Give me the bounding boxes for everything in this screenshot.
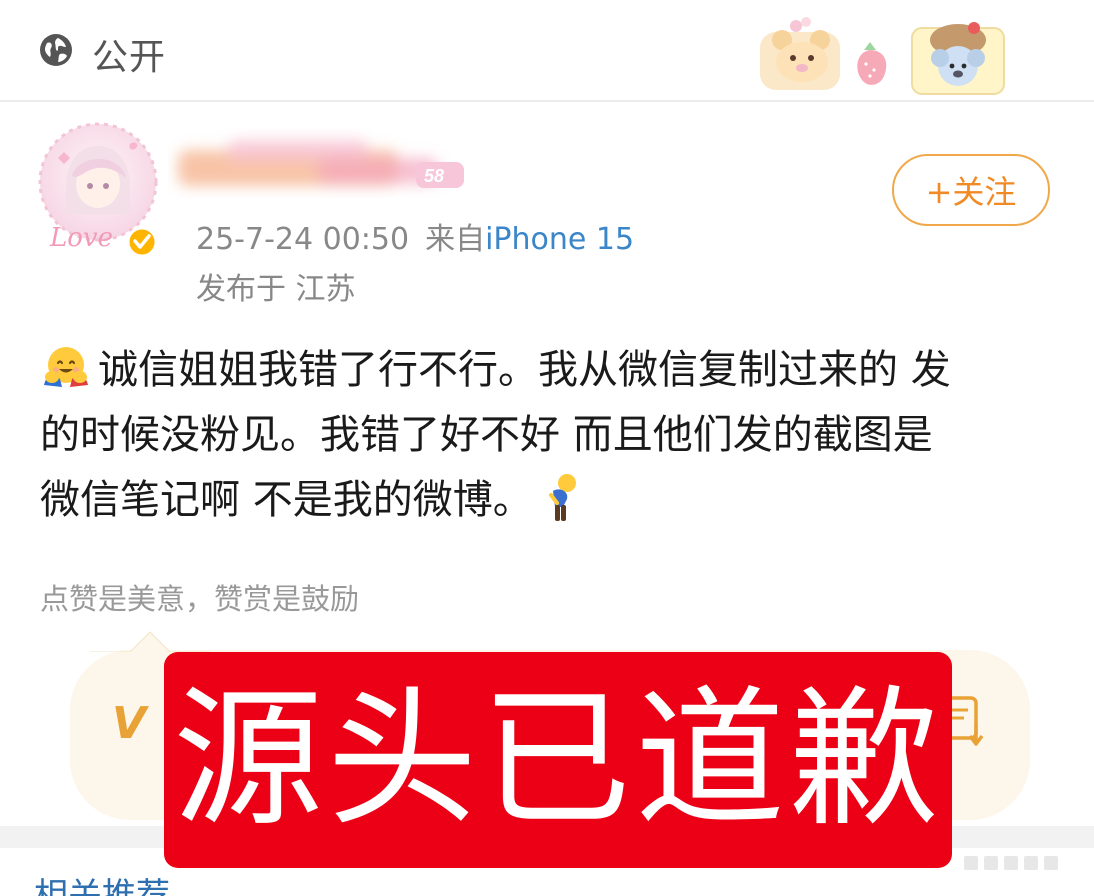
device-link[interactable]: iPhone 15 <box>485 222 634 257</box>
visibility-label[interactable]: 公开 <box>92 28 166 80</box>
post-text-line-3: 微信笔记啊 不是我的微博。 <box>40 477 533 523</box>
post-line-3: 微信笔记啊 不是我的微博。 <box>40 468 1050 533</box>
reward-hint: 点赞是美意，赞赏是鼓励 <box>40 582 360 616</box>
post-line-1: 诚信姐姐我错了行不行。我从微信复制过来的 发 <box>40 338 1050 403</box>
post-timestamp: 25-7-24 00:50 <box>196 222 410 257</box>
apology-overlay-text: 源头已道歉 <box>172 673 943 847</box>
watermark-icon <box>964 856 1058 870</box>
verified-badge-icon <box>126 226 158 258</box>
post-text-line-2: 的时候没粉见。我错了好不好 而且他们发的截图是 <box>40 412 933 458</box>
post-meta: 25-7-24 00:50 来自iPhone 15 <box>196 214 634 258</box>
from-label: 来自 <box>425 222 486 257</box>
bowing-person-icon <box>548 474 576 521</box>
globe-icon <box>40 34 72 66</box>
decorative-stickers <box>760 17 1005 95</box>
visibility-bar: 公开 <box>0 0 1094 102</box>
related-recommendations-label[interactable]: 相关推荐 <box>34 868 170 896</box>
post-detail-page: 公开 Love 58 25-7-24 00:50 来自iPhone 15 发布于… <box>0 0 1094 896</box>
reward-panel-pointer <box>90 631 210 652</box>
post-line-2: 的时候没粉见。我错了好不好 而且他们发的截图是 <box>40 403 1050 468</box>
reward-logo: V <box>112 698 147 749</box>
post-location: 发布于 江苏 <box>196 272 356 307</box>
post-text-line-1: 诚信姐姐我错了行不行。我从微信复制过来的 发 <box>98 347 951 393</box>
hugging-face-icon <box>44 347 88 387</box>
follow-button[interactable]: +关注 <box>892 154 1050 226</box>
avatar-caption: Love <box>49 223 113 253</box>
avatar[interactable]: Love <box>38 118 164 258</box>
apology-overlay-banner: 源头已道歉 <box>164 652 952 868</box>
username-redacted[interactable]: 58 <box>168 128 488 198</box>
post-content: 诚信姐姐我错了行不行。我从微信复制过来的 发 的时候没粉见。我错了好不好 而且他… <box>40 338 1050 533</box>
username-badge: 58 <box>424 166 444 186</box>
